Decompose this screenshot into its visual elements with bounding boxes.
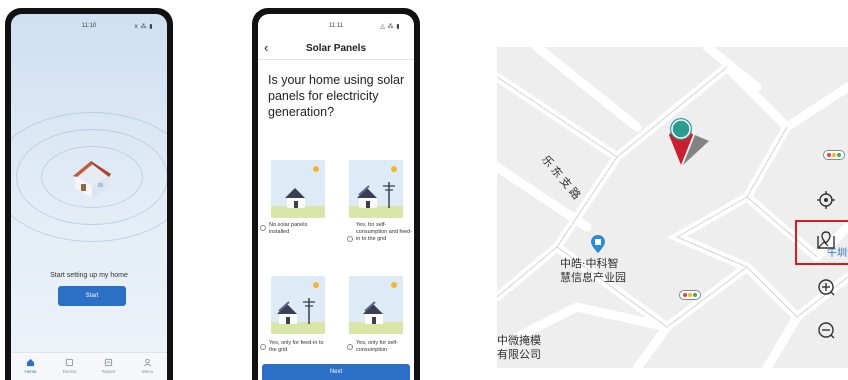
house-icon [73,161,111,198]
road-network [497,47,848,368]
setup-prompt: Start setting up my home [50,272,128,279]
solar-house-with-pylon-icon [277,298,315,324]
location-pin-icon[interactable] [665,115,709,167]
option-no-solar-radio[interactable] [260,225,266,231]
building-poi-icon[interactable] [591,235,605,253]
solar-house-with-pylon-icon [357,182,395,208]
tab-home-label: Home [24,369,37,374]
option-self-and-feed-in-radio[interactable] [347,236,353,242]
option-no-solar-label: No solar panels installed [269,222,308,235]
traffic-light-icon [679,290,701,300]
poi-zhonghao-line2: 慧信息产业园 [560,271,626,284]
device-icon [65,358,74,367]
zoom-in-button[interactable] [815,276,837,298]
tab-menu[interactable]: Menu [134,358,162,374]
solar-panels-screen: 11:11 △ ⁂ ▮ ‹ Solar Panels Is your home … [258,14,414,380]
phone-solar-question: 11:11 △ ⁂ ▮ ‹ Solar Panels Is your home … [252,8,420,380]
option-self-and-feed-in-label: Yes, for self-consumption and feed-in to… [356,222,412,242]
report-icon [104,358,113,367]
map-view[interactable]: 乐东支路 中皓·中科智 慧信息产业园 中微掩模 有限公司 午圳 [497,47,848,368]
home-screen: 11:10 ⅹ ⁂ ▮ Start setting up my home Sta… [11,14,167,380]
tab-menu-label: Menu [141,369,154,374]
poi-zhonghao-name[interactable]: 中皓·中科智 慧信息产业园 [560,257,626,285]
option-self-and-feed-in-image[interactable] [349,160,403,218]
bottom-tab-bar: Home Device Report Menu [11,352,167,380]
option-self-only-radio[interactable] [347,344,353,350]
option-self-only-image[interactable] [349,276,403,334]
zoom-out-icon [818,322,835,339]
poi-zhongwei-line1: 中微掩模 [497,334,541,347]
screen-header: ‹ Solar Panels [258,38,414,60]
status-bar: 11:10 ⅹ ⁂ ▮ [11,14,167,36]
tab-report-label: Report [101,369,116,374]
poi-zhongwei-name[interactable]: 中微掩模 有限公司 [497,334,541,362]
traffic-light-icon [823,150,845,160]
status-icons: △ ⁂ ▮ [380,24,400,30]
option-feed-in-only-label: Yes, only for feed-in to the grid [269,340,324,353]
menu-icon [144,358,151,367]
option-feed-in-only-radio[interactable] [260,344,266,350]
solar-house-icon [363,301,383,324]
locate-me-button[interactable] [815,189,837,211]
tab-home[interactable]: Home [17,358,45,374]
solar-question: Is your home using solar panels for elec… [268,73,405,119]
poi-zhonghao-line1: 中皓·中科智 [560,257,619,270]
poi-zhongwei-line2: 有限公司 [497,348,541,361]
option-no-solar-image[interactable] [271,160,325,218]
zoom-in-icon [818,279,835,296]
start-button[interactable]: Start [58,286,126,306]
next-button[interactable]: Next [262,364,410,380]
status-icons: ⅹ ⁂ ▮ [134,24,153,30]
phone-home-screen: 11:10 ⅹ ⁂ ▮ Start setting up my home Sta… [5,8,173,380]
house-icon [285,188,305,208]
option-feed-in-only-image[interactable] [271,276,325,334]
zoom-out-button[interactable] [815,319,837,341]
tab-report[interactable]: Report [95,358,123,374]
option-self-only-label: Yes, only for self-consumption [356,340,398,353]
home-icon [26,358,35,367]
tab-device[interactable]: Device [56,358,84,374]
tab-device-label: Device [62,369,77,374]
locate-icon [817,191,835,209]
highlight-box [795,220,848,265]
screen-title: Solar Panels [305,43,367,54]
status-bar: 11:11 △ ⁂ ▮ [258,14,414,36]
